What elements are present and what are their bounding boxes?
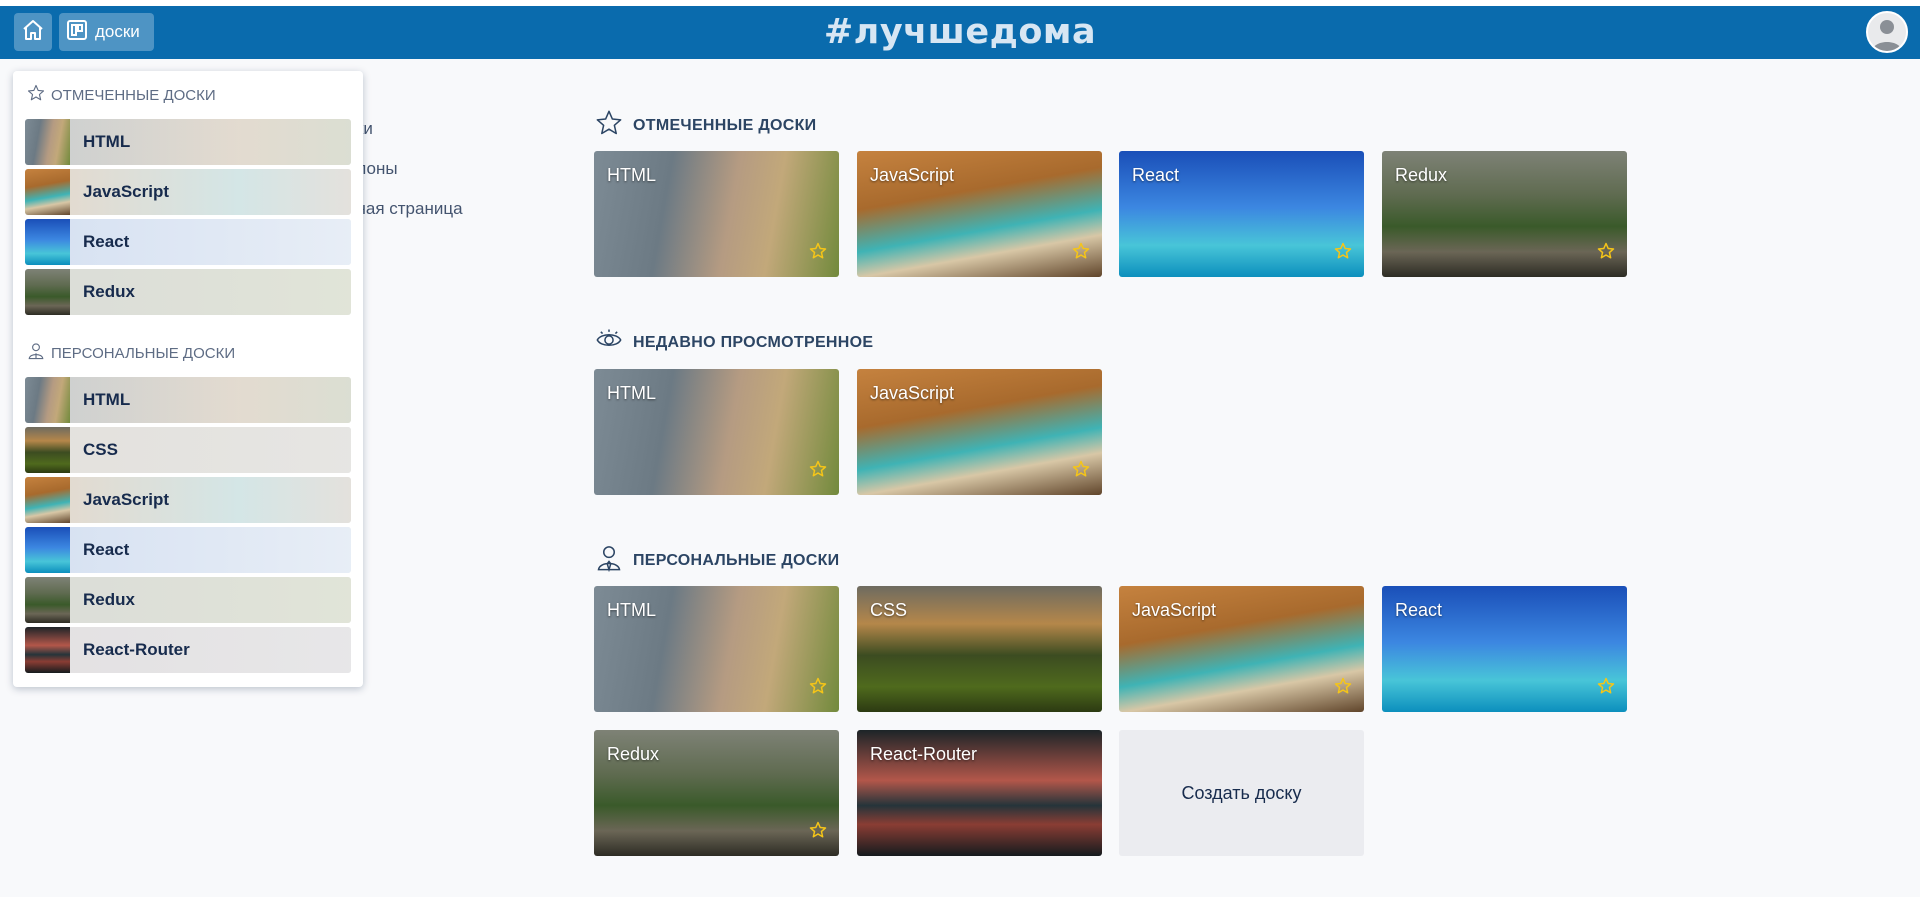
board-card-label: Redux <box>607 744 660 764</box>
board-card-starred-javascript[interactable]: JavaScript <box>857 151 1102 277</box>
board-card-label: CSS <box>870 600 908 620</box>
board-card-personal-react[interactable]: React <box>1382 586 1627 712</box>
section-starred-title: ОТМЕЧЕННЫЕ ДОСКИ <box>633 116 817 134</box>
board-thumbnail <box>25 377 70 423</box>
board-card-label: JavaScript <box>1132 600 1217 620</box>
board-card-personal-css[interactable]: CSS <box>857 586 1102 712</box>
board-card-starred-react[interactable]: React <box>1119 151 1364 277</box>
star-icon[interactable] <box>809 242 827 265</box>
star-icon[interactable] <box>1072 242 1090 265</box>
board-card-starred-redux[interactable]: Redux <box>1382 151 1627 277</box>
board-card-personal-react-router[interactable]: React-Router <box>857 730 1102 856</box>
dropdown-personal-title: ПЕРСОНАЛЬНЫЕ ДОСКИ <box>51 344 236 362</box>
dropdown-item-label: HTML <box>83 132 131 151</box>
board-card-label: JavaScript <box>870 165 955 185</box>
board-card-label: HTML <box>607 600 656 620</box>
star-outline-icon <box>595 109 623 142</box>
section-recent-title: НЕДАВНО ПРОСМОТРЕННОЕ <box>633 333 874 351</box>
board-card-personal-redux[interactable]: Redux <box>594 730 839 856</box>
star-icon[interactable] <box>809 460 827 483</box>
board-card-personal-javascript[interactable]: JavaScript <box>1119 586 1364 712</box>
eye-icon <box>595 326 623 359</box>
person-icon <box>27 342 45 364</box>
section-personal-header: ПЕРСОНАЛЬНЫЕ ДОСКИ <box>595 544 839 577</box>
board-thumbnail <box>25 169 70 215</box>
dropdown-item-starred-html[interactable]: HTML <box>25 119 351 165</box>
dropdown-item-personal-react-router[interactable]: React-Router <box>25 627 351 673</box>
dropdown-item-label: JavaScript <box>83 490 169 509</box>
create-board-button[interactable]: Создать доску <box>1119 730 1364 856</box>
star-icon[interactable] <box>1597 677 1615 700</box>
star-icon[interactable] <box>1334 677 1352 700</box>
dropdown-starred-header: ОТМЕЧЕННЫЕ ДОСКИ <box>27 84 351 106</box>
dropdown-item-personal-react[interactable]: React <box>25 527 351 573</box>
board-thumbnail <box>25 427 70 473</box>
board-thumbnail <box>25 119 70 165</box>
board-card-starred-html[interactable]: HTML <box>594 151 839 277</box>
board-thumbnail <box>25 577 70 623</box>
app-logo: #лучшедома <box>823 12 1097 52</box>
board-card-recent-html[interactable]: HTML <box>594 369 839 495</box>
board-card-recent-javascript[interactable]: JavaScript <box>857 369 1102 495</box>
board-card-label: React-Router <box>870 744 978 764</box>
dropdown-personal-header: ПЕРСОНАЛЬНЫЕ ДОСКИ <box>27 343 351 363</box>
section-recent-header: НЕДАВНО ПРОСМОТРЕННОЕ <box>595 326 873 359</box>
section-starred-header: ОТМЕЧЕННЫЕ ДОСКИ <box>595 109 817 142</box>
avatar[interactable] <box>1866 11 1908 53</box>
dropdown-item-label: React-Router <box>83 640 190 659</box>
star-outline-icon <box>27 84 45 106</box>
boards-dropdown: ОТМЕЧЕННЫЕ ДОСКИ HTML JavaScript React R… <box>13 71 363 687</box>
board-thumbnail <box>25 269 70 315</box>
dropdown-item-label: React <box>83 232 130 251</box>
board-card-label: HTML <box>607 383 656 403</box>
board-thumbnail <box>25 627 70 673</box>
dropdown-item-label: CSS <box>83 440 118 459</box>
dropdown-item-label: JavaScript <box>83 182 169 201</box>
board-card-label: React <box>1132 165 1180 185</box>
star-icon[interactable] <box>1072 460 1090 483</box>
dropdown-item-personal-html[interactable]: HTML <box>25 377 351 423</box>
dropdown-item-label: HTML <box>83 390 131 409</box>
person-icon <box>595 544 623 577</box>
board-thumbnail <box>25 477 70 523</box>
board-card-label: HTML <box>607 165 656 185</box>
dropdown-item-starred-react[interactable]: React <box>25 219 351 265</box>
dropdown-item-personal-redux[interactable]: Redux <box>25 577 351 623</box>
dropdown-item-label: Redux <box>83 282 135 301</box>
board-card-label: Redux <box>1395 165 1448 185</box>
star-icon[interactable] <box>1334 242 1352 265</box>
dropdown-item-label: Redux <box>83 590 135 609</box>
dropdown-item-starred-redux[interactable]: Redux <box>25 269 351 315</box>
dropdown-item-personal-css[interactable]: CSS <box>25 427 351 473</box>
board-card-personal-html[interactable]: HTML <box>594 586 839 712</box>
header-bar: доски #лучшедома <box>0 6 1920 59</box>
section-personal-title: ПЕРСОНАЛЬНЫЕ ДОСКИ <box>633 551 840 569</box>
dropdown-starred-title: ОТМЕЧЕННЫЕ ДОСКИ <box>51 86 216 104</box>
board-card-label: JavaScript <box>870 383 955 403</box>
board-thumbnail <box>25 219 70 265</box>
dropdown-item-label: React <box>83 540 130 559</box>
board-thumbnail <box>25 527 70 573</box>
star-icon[interactable] <box>809 677 827 700</box>
star-icon[interactable] <box>1597 242 1615 265</box>
dropdown-item-personal-javascript[interactable]: JavaScript <box>25 477 351 523</box>
board-card-label: React <box>1395 600 1443 620</box>
dropdown-item-starred-javascript[interactable]: JavaScript <box>25 169 351 215</box>
star-icon[interactable] <box>809 821 827 844</box>
create-board-label: Создать доску <box>1181 782 1302 803</box>
